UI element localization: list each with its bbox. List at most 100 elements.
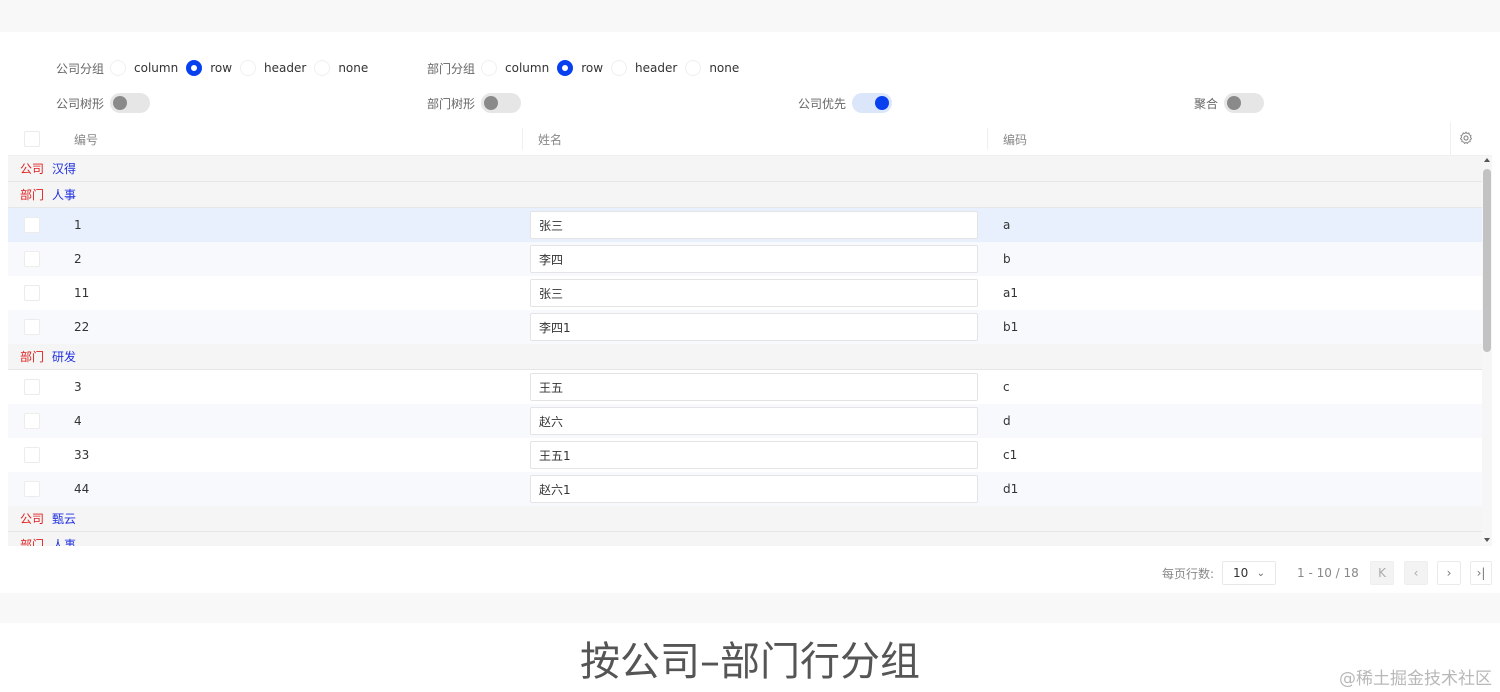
aggregate-label: 聚合 — [1194, 96, 1219, 111]
row-checkbox[interactable] — [24, 481, 40, 497]
company-group-option-column[interactable]: column — [110, 60, 178, 76]
row-checkbox[interactable] — [24, 251, 40, 267]
company-group-option-none[interactable]: none — [314, 60, 368, 76]
group-row: 公司 汉得 — [8, 156, 1482, 182]
department-group-option-column[interactable]: column — [481, 60, 549, 76]
table-row[interactable]: 2 李四 b — [8, 242, 1482, 276]
department-group-option-header[interactable]: header — [611, 60, 677, 76]
column-header-id[interactable]: 编号 — [74, 122, 98, 156]
column-divider[interactable] — [987, 128, 988, 150]
cell-code: a — [1003, 218, 1011, 232]
radio-button[interactable] — [186, 60, 203, 76]
group-row: 公司 甄云 — [8, 506, 1482, 532]
select-all-checkbox[interactable] — [24, 131, 40, 147]
department-group-option-none[interactable]: none — [685, 60, 739, 76]
company-first-switch[interactable] — [852, 93, 893, 113]
cell-code: a1 — [1003, 286, 1018, 300]
group-value: 研发 — [52, 350, 77, 364]
row-checkbox[interactable] — [24, 319, 40, 335]
name-value: 李四1 — [539, 320, 571, 335]
name-input[interactable]: 赵六 — [530, 407, 978, 435]
cell-id: 33 — [74, 448, 90, 462]
table-row[interactable]: 11 张三 a1 — [8, 276, 1482, 310]
row-checkbox[interactable] — [24, 447, 40, 463]
radio-button[interactable] — [110, 60, 127, 76]
next-page-icon: › — [1446, 566, 1452, 580]
company-tree-label: 公司树形 — [56, 96, 105, 111]
group-value: 人事 — [52, 538, 77, 546]
radio-button[interactable] — [557, 60, 574, 76]
company-group-option-header[interactable]: header — [240, 60, 306, 76]
column-divider[interactable] — [522, 128, 523, 150]
group-key: 部门 — [20, 538, 45, 546]
data-table: 编号 姓名 编码 公司 汉得 部门 人事 1 张三 a 2 李四 b 11 张三 a1 22 李四1 b1 部门… — [8, 122, 1492, 546]
scroll-up-icon[interactable] — [1484, 158, 1490, 162]
column-header-code[interactable]: 编码 — [1003, 122, 1027, 156]
cell-id: 11 — [74, 286, 90, 300]
group-row: 部门 人事 — [8, 182, 1482, 208]
radio-label: column — [505, 61, 550, 75]
group-key: 公司 — [20, 162, 45, 176]
name-value: 张三 — [539, 218, 564, 233]
department-tree-switch[interactable] — [481, 93, 522, 113]
department-tree-control: 部门树形 — [427, 91, 522, 115]
radio-label: row — [210, 61, 233, 75]
cell-id: 44 — [74, 482, 90, 496]
first-page-button[interactable]: K — [1370, 561, 1394, 585]
row-checkbox[interactable] — [24, 379, 40, 395]
group-mode-controls: 公司分组 column row header none 部门分组 column row h… — [0, 56, 1500, 80]
company-group-label: 公司分组 — [56, 61, 105, 76]
company-first-label: 公司优先 — [798, 96, 847, 111]
radio-button[interactable] — [240, 60, 257, 76]
vertical-scrollbar[interactable] — [1482, 156, 1492, 546]
cell-code: d1 — [1003, 482, 1019, 496]
name-input[interactable]: 王五 — [530, 373, 978, 401]
scrollbar-thumb[interactable] — [1483, 169, 1491, 352]
prev-page-icon: ‹ — [1413, 566, 1419, 580]
aggregate-switch[interactable] — [1224, 93, 1265, 113]
page-size-select[interactable]: 10 ⌄ — [1222, 561, 1276, 585]
row-checkbox[interactable] — [24, 413, 40, 429]
radio-label: none — [338, 61, 369, 75]
name-input[interactable]: 王五1 — [530, 441, 978, 469]
company-group-option-row[interactable]: row — [186, 60, 232, 76]
group-value: 人事 — [52, 188, 77, 202]
radio-button[interactable] — [481, 60, 498, 76]
radio-button[interactable] — [685, 60, 702, 76]
name-input[interactable]: 张三 — [530, 211, 978, 239]
row-checkbox[interactable] — [24, 217, 40, 233]
cell-code: d — [1003, 414, 1011, 428]
radio-button[interactable] — [611, 60, 628, 76]
name-input[interactable]: 张三 — [530, 279, 978, 307]
table-row[interactable]: 22 李四1 b1 — [8, 310, 1482, 344]
name-input[interactable]: 李四 — [530, 245, 978, 273]
table-body: 公司 汉得 部门 人事 1 张三 a 2 李四 b 11 张三 a1 22 李四1 b1 部门 研发 3 王五 c 4 赵六… — [8, 156, 1482, 546]
cell-code: b — [1003, 252, 1011, 266]
radio-label: column — [134, 61, 179, 75]
name-input[interactable]: 赵六1 — [530, 475, 978, 503]
scroll-down-icon[interactable] — [1484, 538, 1490, 542]
group-value: 汉得 — [52, 162, 77, 176]
prev-page-button[interactable]: ‹ — [1404, 561, 1428, 585]
cell-id: 22 — [74, 320, 90, 334]
table-row[interactable]: 4 赵六 d — [8, 404, 1482, 438]
column-header-name[interactable]: 姓名 — [538, 122, 562, 156]
name-input[interactable]: 李四1 — [530, 313, 978, 341]
radio-button[interactable] — [314, 60, 331, 76]
department-group-control: 部门分组 column row header none — [427, 56, 747, 80]
table-row[interactable]: 33 王五1 c1 — [8, 438, 1482, 472]
table-settings-button[interactable] — [1450, 122, 1480, 156]
next-page-button[interactable]: › — [1437, 561, 1461, 585]
row-checkbox[interactable] — [24, 285, 40, 301]
group-key: 部门 — [20, 350, 45, 364]
name-value: 赵六1 — [539, 482, 571, 497]
table-row[interactable]: 1 张三 a — [8, 208, 1482, 242]
last-page-button[interactable]: ›| — [1470, 561, 1492, 585]
company-tree-switch[interactable] — [110, 93, 151, 113]
radio-label: header — [635, 61, 678, 75]
top-band — [0, 0, 1500, 32]
department-group-option-row[interactable]: row — [557, 60, 603, 76]
cell-id: 2 — [74, 252, 82, 266]
table-row[interactable]: 3 王五 c — [8, 370, 1482, 404]
table-row[interactable]: 44 赵六1 d1 — [8, 472, 1482, 506]
